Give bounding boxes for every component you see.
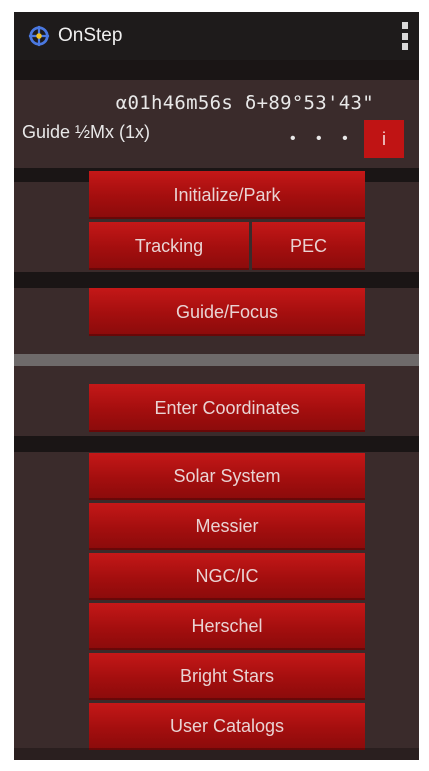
catalog-button-bright-stars[interactable]: Bright Stars — [89, 653, 365, 700]
spacer — [14, 272, 419, 288]
pec-button[interactable]: PEC — [252, 222, 365, 270]
tracking-button[interactable]: Tracking — [89, 222, 249, 270]
initialize-park-button[interactable]: Initialize/Park — [89, 171, 365, 219]
catalog-button-messier[interactable]: Messier — [89, 503, 365, 550]
spacer — [14, 436, 419, 452]
app-screen: OnStep α01h46m56s δ+89°53'43" Guide ½Mx … — [14, 12, 419, 760]
guide-rate-label: Guide ½Mx (1x) — [22, 122, 151, 142]
coordinates-readout: α01h46m56s δ+89°53'43" — [115, 92, 374, 114]
catalog-button-ngc-ic[interactable]: NGC/IC — [89, 553, 365, 600]
status-dots: • • • — [290, 130, 356, 147]
app-bar: OnStep — [14, 12, 419, 60]
info-button[interactable]: i — [364, 120, 404, 158]
enter-coordinates-button[interactable]: Enter Coordinates — [89, 384, 365, 432]
catalog-button-solar-system[interactable]: Solar System — [89, 453, 365, 500]
spacer — [14, 60, 419, 80]
overflow-menu-icon[interactable] — [401, 22, 409, 50]
app-title: OnStep — [58, 25, 123, 46]
telescope-mount-logo-icon — [28, 25, 50, 47]
catalog-button-herschel[interactable]: Herschel — [89, 603, 365, 650]
catalog-button-user-catalogs[interactable]: User Catalogs — [89, 703, 365, 750]
guide-focus-button[interactable]: Guide/Focus — [89, 288, 365, 336]
section-divider — [14, 354, 419, 366]
